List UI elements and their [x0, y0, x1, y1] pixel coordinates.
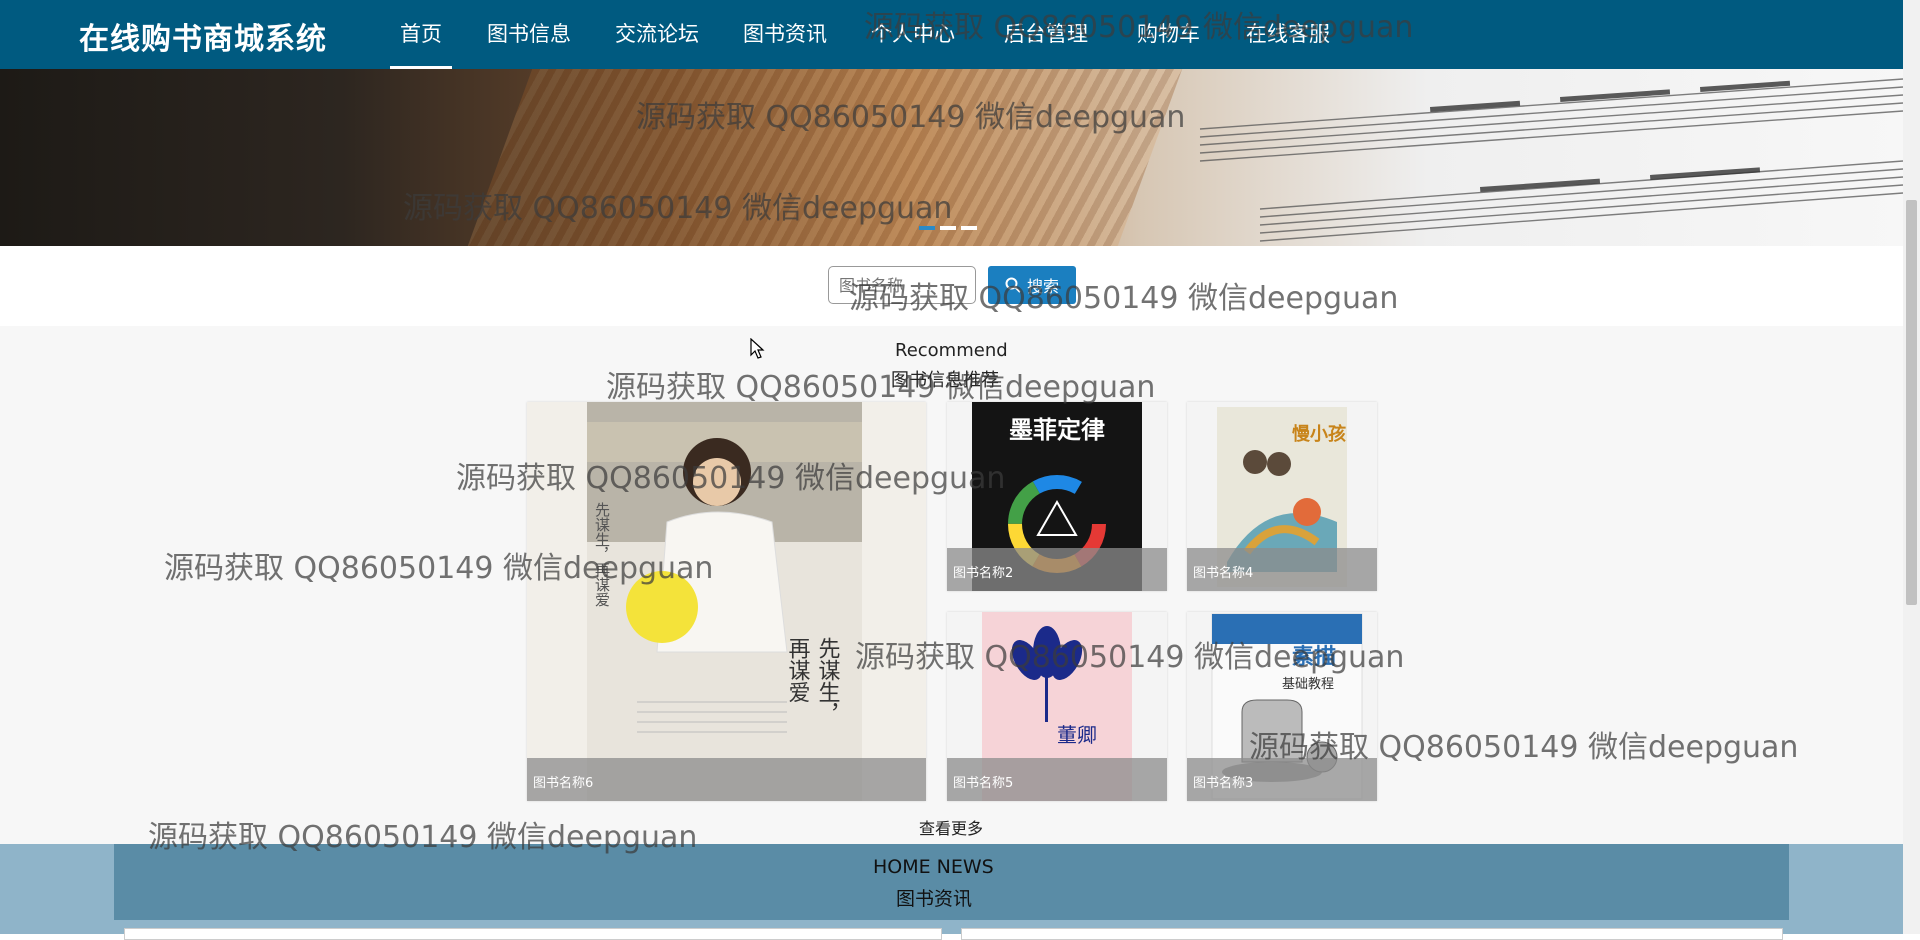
recommend-title-cn: 图书信息推荐 [891, 370, 999, 391]
carousel-indicators [919, 215, 982, 234]
view-more-link[interactable]: 查看更多 [919, 815, 983, 839]
nav-item-personal-center[interactable]: 个人中心 [871, 18, 955, 48]
book-card-6[interactable]: 先谋生， 再谋爱 先谋生，再谋爱 图书名称6 [527, 402, 926, 801]
search-button-label: 搜索 [1026, 277, 1059, 296]
recommend-title-en: Recommend [895, 340, 1008, 361]
svg-text:董卿: 董卿 [1057, 723, 1097, 747]
book-caption-3: 图书名称3 [1187, 758, 1377, 801]
book-caption-5: 图书名称5 [947, 758, 1167, 801]
book-card-5[interactable]: 董卿 图书名称5 [947, 612, 1167, 801]
book-caption-2: 图书名称2 [947, 548, 1167, 591]
nav-item-forum[interactable]: 交流论坛 [615, 18, 699, 48]
book-card-2[interactable]: 墨菲定律 图书名称2 [947, 402, 1167, 591]
nav-item-cart[interactable]: 购物车 [1137, 18, 1200, 48]
svg-text:慢小孩: 慢小孩 [1292, 423, 1346, 445]
nav-item-book-info[interactable]: 图书信息 [487, 18, 571, 48]
banner-carousel[interactable] [0, 69, 1903, 246]
carousel-dot-2[interactable] [940, 226, 956, 230]
mouse-cursor-icon [750, 338, 765, 359]
search-icon [1005, 277, 1021, 293]
page-scrollbar-thumb[interactable] [1906, 200, 1917, 605]
site-brand[interactable]: 在线购书商城系统 [79, 14, 327, 58]
nav-item-home[interactable]: 首页 [390, 18, 452, 69]
search-input[interactable] [828, 266, 976, 304]
svg-text:先谋生，再谋爱: 先谋生，再谋爱 [593, 502, 611, 607]
carousel-dot-3[interactable] [961, 226, 977, 230]
book-card-3[interactable]: 素描 基础教程 图书名称3 [1187, 612, 1377, 801]
nav-item-customer-service[interactable]: 在线客服 [1246, 18, 1330, 48]
nav-item-book-news[interactable]: 图书资讯 [743, 18, 827, 48]
svg-text:基础教程: 基础教程 [1282, 676, 1334, 692]
svg-text:墨菲定律: 墨菲定律 [1009, 415, 1105, 444]
svg-text:素描: 素描 [1292, 644, 1336, 670]
book-cover-6: 先谋生， 再谋爱 先谋生，再谋爱 [527, 402, 926, 801]
book-caption-6: 图书名称6 [527, 758, 926, 801]
nav-item-admin[interactable]: 后台管理 [1004, 18, 1088, 48]
book-caption-4: 图书名称4 [1187, 548, 1377, 591]
search-button[interactable]: 搜索 [988, 266, 1076, 304]
book-card-4[interactable]: 慢小孩 图书名称4 [1187, 402, 1377, 591]
svg-text:先谋生，: 先谋生， [815, 637, 841, 725]
news-card-2[interactable] [961, 928, 1783, 940]
news-title-cn: 图书资讯 [896, 888, 973, 910]
carousel-dot-1[interactable] [919, 226, 935, 230]
top-navbar: 在线购书商城系统 首页 图书信息 交流论坛 图书资讯 个人中心 后台管理 购物车… [0, 0, 1903, 69]
news-title-en: HOME NEWS [873, 856, 994, 878]
svg-text:再谋爱: 再谋爱 [785, 637, 811, 703]
news-card-1[interactable] [124, 928, 942, 940]
